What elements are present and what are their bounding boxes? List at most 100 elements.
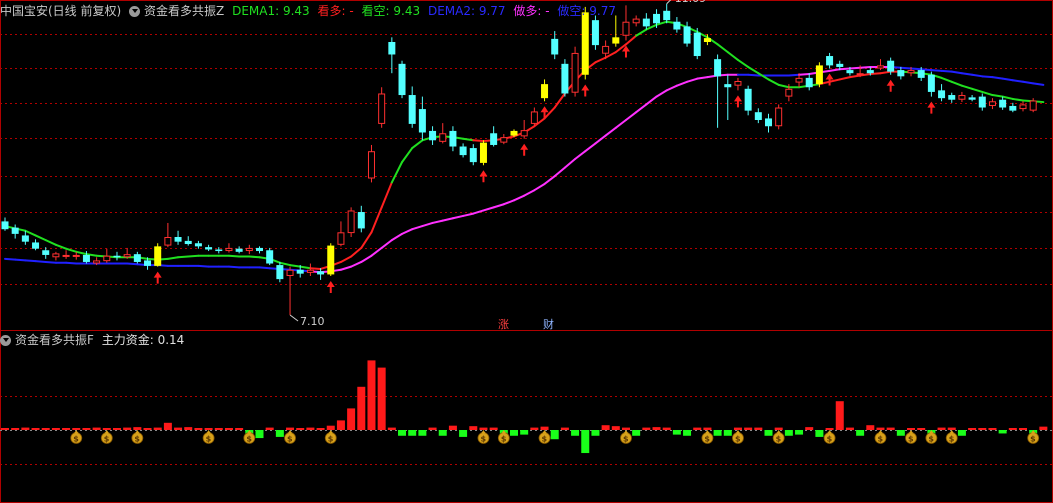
fund-flow-bar (438, 430, 447, 436)
dema2-line-segment (533, 182, 546, 192)
fund-flow-bar (11, 428, 20, 430)
fund-flow-bar (662, 427, 671, 430)
candle-body (846, 70, 854, 74)
candle-body (357, 212, 365, 229)
candle-body (734, 81, 742, 86)
candle-body (317, 271, 325, 275)
sub-indicator-menu-icon[interactable] (0, 335, 11, 346)
dema1-line-segment (848, 74, 862, 79)
candle-body (174, 237, 182, 242)
candle-body (775, 107, 783, 127)
dema1-line-segment (971, 87, 984, 93)
candle-body (327, 245, 335, 275)
low-leader-line (289, 314, 299, 322)
candle-body (439, 133, 447, 142)
candle-body (551, 38, 559, 55)
fund-flow-bar (41, 428, 50, 430)
fund-flow-bar (92, 427, 101, 430)
fund-flow-bar (723, 430, 732, 436)
fund-label: 主力资金: 0.14 (101, 333, 185, 347)
candle-body (1009, 105, 1017, 111)
dema2-line-segment (910, 67, 923, 71)
candle-body (785, 88, 793, 97)
candle-body (479, 142, 487, 163)
dema1-line-segment (24, 229, 37, 237)
fund-flow-bar (224, 428, 233, 430)
fund-flow-bar (937, 427, 946, 430)
money-bag-sign: $ (827, 435, 833, 444)
candle-body (245, 247, 253, 252)
fund-flow-bar (784, 430, 793, 436)
dema1-line-segment (950, 80, 963, 87)
candle-body (337, 232, 345, 245)
dema1-line-segment (339, 255, 353, 263)
dema1-line-segment (390, 161, 404, 184)
fund-flow-bar (672, 430, 681, 435)
money-bag-icon: $ (131, 430, 144, 444)
candle-body (581, 12, 589, 75)
dema2-line-segment (563, 158, 577, 169)
fund-flow-bar (642, 427, 651, 430)
candle-body (459, 146, 467, 156)
candle-body (1, 221, 9, 230)
candle-body (876, 65, 884, 69)
candle-body (988, 101, 996, 106)
dema2-line-segment (635, 103, 648, 114)
fund-flow-bar (550, 430, 559, 440)
dema2-line-segment (1032, 82, 1045, 86)
fund-flow-bar (632, 430, 641, 436)
dema2-line-segment (991, 76, 1004, 80)
fund-flow-bar (1039, 426, 1048, 430)
fund-flow-bar (235, 428, 244, 430)
fund-flow-bar (174, 427, 183, 430)
candle-body (378, 93, 386, 124)
fund-flow-bar (418, 430, 427, 436)
fund-flow-bar (1019, 428, 1027, 430)
indicator-menu-icon[interactable] (129, 6, 141, 17)
fund-flow-bar (82, 428, 91, 430)
candle-body (347, 210, 355, 234)
candle-body (469, 148, 477, 163)
dema2-line-segment (655, 89, 668, 98)
dema2-line-segment (513, 194, 526, 202)
fund-flow-bar (611, 426, 620, 430)
fund-flow-bar (286, 427, 295, 430)
sub-indicator-name[interactable]: 资金看多共振F (15, 333, 94, 347)
dema1-line-segment (299, 265, 312, 270)
fund-flow-bar (815, 430, 824, 437)
fund-flow-bar (845, 427, 854, 430)
fund-flow-bar (194, 428, 203, 430)
dema2-line-segment (665, 84, 678, 92)
buy-arrow-icon (479, 170, 488, 183)
stock-chart[interactable]: 11.09 7.10 涨 财 $ $ $ $ $ $ $ $ $ $ $ $ $ $ $ $ $ $ $ $ (0, 0, 1053, 503)
candle-body (388, 42, 396, 55)
candle-body (1029, 100, 1037, 111)
money-bag-icon: $ (324, 430, 337, 444)
dema2-line-segment (431, 219, 444, 224)
candle-body (1019, 104, 1027, 110)
candle-body (510, 130, 518, 136)
money-bag-icon: $ (874, 430, 887, 444)
fund-flow-bar (489, 427, 498, 430)
stock-name: 中国宝安(日线 前复权) (0, 4, 122, 18)
candle-body (520, 130, 528, 137)
candle-body (93, 260, 101, 264)
fund-flow-bar (510, 430, 518, 436)
fund-flow-bar (683, 430, 692, 436)
candle-body (215, 249, 223, 252)
money-bag-icon: $ (70, 430, 83, 444)
candle-body (418, 109, 426, 133)
candle-body (266, 250, 274, 264)
fund-flow-bar (469, 426, 478, 430)
fund-flow-bar (560, 427, 569, 430)
fund-flow-bar (184, 427, 193, 430)
candle-body (256, 247, 263, 252)
money-bag-icon: $ (945, 430, 958, 444)
sub-panel-header: 资金看多共振F 主力资金: 0.14 (0, 333, 188, 347)
dema1-line-segment (981, 90, 994, 97)
fund-flow-bar (571, 430, 580, 436)
fund-flow-layer (1, 360, 1048, 454)
candle-body (296, 269, 304, 274)
main-indicator-name[interactable]: 资金看多共振Z (144, 4, 224, 18)
candle-body (398, 63, 406, 96)
